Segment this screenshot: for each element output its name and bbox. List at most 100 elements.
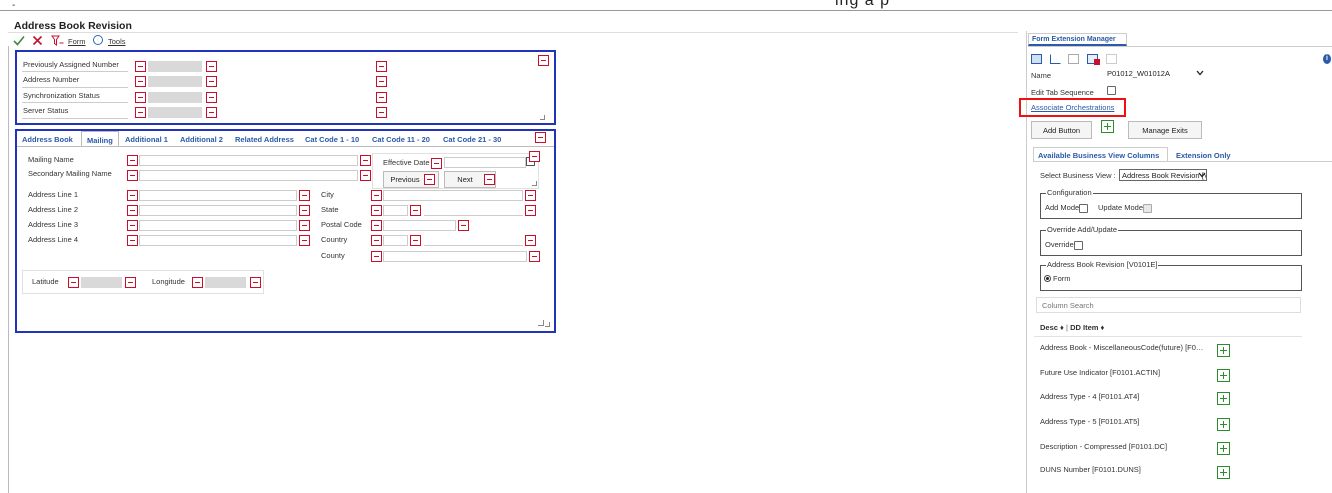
postal-code-input[interactable] xyxy=(383,220,456,231)
info-icon[interactable]: i xyxy=(1323,54,1331,64)
remove-field-button[interactable] xyxy=(135,76,146,87)
effective-date-input[interactable] xyxy=(444,157,526,168)
remove-field-button[interactable] xyxy=(299,190,310,201)
save-icon[interactable] xyxy=(1031,54,1042,64)
remove-field-button[interactable] xyxy=(206,92,217,103)
remove-field-button[interactable] xyxy=(127,190,138,201)
mailing-name-input[interactable] xyxy=(139,155,358,166)
remove-field-button[interactable] xyxy=(484,174,495,185)
remove-field-button[interactable] xyxy=(376,92,387,103)
ok-check-icon[interactable] xyxy=(13,35,25,46)
form-menu[interactable]: Form xyxy=(68,37,86,46)
resize-grip-icon[interactable] xyxy=(540,115,545,120)
remove-field-button[interactable] xyxy=(376,61,387,72)
export-icon[interactable] xyxy=(1050,54,1061,64)
remove-field-button[interactable] xyxy=(371,251,382,262)
country-input[interactable] xyxy=(383,235,408,246)
remove-field-button[interactable] xyxy=(525,235,536,246)
remove-field-button[interactable] xyxy=(135,92,146,103)
edit-tab-sequence-checkbox[interactable] xyxy=(1107,86,1116,95)
add-column-plus-icon[interactable] xyxy=(1217,392,1230,405)
remove-field-button[interactable] xyxy=(299,220,310,231)
add-column-plus-icon[interactable] xyxy=(1217,466,1230,479)
remove-field-button[interactable] xyxy=(206,61,217,72)
remove-field-button[interactable] xyxy=(376,76,387,87)
remove-field-button[interactable] xyxy=(127,170,138,181)
associate-orchestrations-link[interactable]: Associate Orchestrations xyxy=(1031,103,1114,112)
filter-icon[interactable] xyxy=(51,35,64,46)
remove-field-button[interactable] xyxy=(68,277,79,288)
cancel-x-icon[interactable] xyxy=(32,35,43,46)
form-radio-option[interactable]: Form xyxy=(1044,274,1071,283)
tab-available-business-view-columns[interactable]: Available Business View Columns xyxy=(1038,151,1159,160)
column-header-dd-item[interactable]: DD Item ♦ xyxy=(1070,323,1104,332)
resize-grip-icon[interactable] xyxy=(538,320,544,326)
tab-cat-code-1-10[interactable]: Cat Code 1 - 10 xyxy=(305,135,359,144)
remove-field-button[interactable] xyxy=(299,205,310,216)
override-checkbox[interactable] xyxy=(1073,240,1083,250)
remove-field-button[interactable] xyxy=(525,190,536,201)
remove-field-button[interactable] xyxy=(299,235,310,246)
remove-field-button[interactable] xyxy=(371,205,382,216)
remove-field-button[interactable] xyxy=(127,235,138,246)
remove-field-button[interactable] xyxy=(125,277,136,288)
tab-extension-only[interactable]: Extension Only xyxy=(1176,151,1231,160)
remove-field-button[interactable] xyxy=(127,205,138,216)
edit-icon[interactable] xyxy=(1068,54,1079,64)
address-line-1-input[interactable] xyxy=(139,190,297,201)
state-input[interactable] xyxy=(383,205,408,216)
remove-header-box-button[interactable] xyxy=(538,55,549,66)
remove-field-button[interactable] xyxy=(127,155,138,166)
tab-cat-code-21-30[interactable]: Cat Code 21 - 30 xyxy=(443,135,501,144)
remove-field-button[interactable] xyxy=(135,107,146,118)
remove-field-button[interactable] xyxy=(371,190,382,201)
address-line-4-input[interactable] xyxy=(139,235,297,246)
remove-field-button[interactable] xyxy=(360,170,371,181)
address-line-2-input[interactable] xyxy=(139,205,297,216)
column-header-desc[interactable]: Desc ♦ xyxy=(1040,323,1064,332)
address-line-3-input[interactable] xyxy=(139,220,297,231)
manage-exits-button[interactable]: Manage Exits xyxy=(1128,121,1202,139)
add-button-plus-icon[interactable] xyxy=(1101,120,1114,133)
remove-field-button[interactable] xyxy=(529,251,540,262)
add-column-plus-icon[interactable] xyxy=(1217,344,1230,357)
resize-grip-icon[interactable] xyxy=(545,322,550,327)
business-view-select[interactable]: Address Book Revision [V… xyxy=(1119,169,1207,181)
remove-field-button[interactable] xyxy=(376,107,387,118)
column-search-input[interactable] xyxy=(1036,297,1301,313)
tools-menu[interactable]: Tools xyxy=(108,37,126,46)
remove-field-button[interactable] xyxy=(371,235,382,246)
remove-field-button[interactable] xyxy=(410,205,421,216)
remove-field-button[interactable] xyxy=(206,76,217,87)
remove-field-button[interactable] xyxy=(529,151,540,162)
override-option[interactable]: Override xyxy=(1045,240,1083,250)
add-mode-option[interactable]: Add Mode xyxy=(1045,203,1089,213)
add-column-plus-icon[interactable] xyxy=(1217,442,1230,455)
remove-field-button[interactable] xyxy=(525,205,536,216)
remove-field-button[interactable] xyxy=(135,61,146,72)
tab-cat-code-11-20[interactable]: Cat Code 11 - 20 xyxy=(372,135,430,144)
secondary-mailing-name-input[interactable] xyxy=(139,170,358,181)
remove-field-button[interactable] xyxy=(458,220,469,231)
name-select[interactable]: P01012_W01012A xyxy=(1107,67,1205,80)
remove-field-button[interactable] xyxy=(192,277,203,288)
city-input[interactable] xyxy=(383,190,523,201)
resize-grip-icon[interactable] xyxy=(532,181,537,186)
add-button-button[interactable]: Add Button xyxy=(1031,121,1092,139)
add-mode-checkbox[interactable] xyxy=(1079,203,1089,213)
remove-field-button[interactable] xyxy=(410,235,421,246)
remove-field-button[interactable] xyxy=(250,277,261,288)
remove-field-button[interactable] xyxy=(371,220,382,231)
tab-additional-2[interactable]: Additional 2 xyxy=(180,135,223,144)
remove-field-button[interactable] xyxy=(431,158,442,169)
tab-mailing[interactable]: Mailing xyxy=(87,136,113,145)
list-icon[interactable] xyxy=(1106,54,1117,64)
tab-additional-1[interactable]: Additional 1 xyxy=(125,135,168,144)
county-input[interactable] xyxy=(383,251,527,262)
tools-gear-icon[interactable] xyxy=(93,35,103,45)
remove-field-button[interactable] xyxy=(127,220,138,231)
remove-field-button[interactable] xyxy=(360,155,371,166)
remove-tab-box-button[interactable] xyxy=(535,132,546,143)
tab-address-book[interactable]: Address Book xyxy=(22,135,73,144)
add-column-plus-icon[interactable] xyxy=(1217,369,1230,382)
